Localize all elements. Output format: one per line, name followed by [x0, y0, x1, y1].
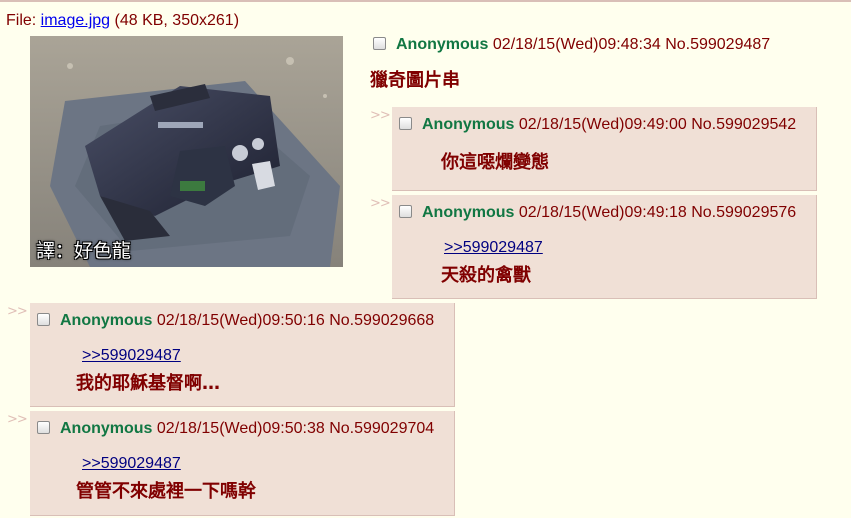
reply-post-header: Anonymous 02/18/15(Wed)09:49:00 No.59902… [399, 116, 796, 134]
reply-comment: 你這噁爛變態 [441, 152, 549, 173]
post-image[interactable]: 譯：好色龍 [30, 36, 343, 267]
post-datetime: 02/18/15(Wed)09:48:34 [492, 36, 661, 53]
post-number[interactable]: No.599029668 [329, 312, 434, 329]
post-datetime: 02/18/15(Wed)09:49:18 [518, 204, 687, 221]
poster-name: Anonymous [422, 204, 515, 221]
post-number[interactable]: No.599029542 [691, 116, 796, 133]
poster-name: Anonymous [396, 36, 489, 53]
file-prefix: File: [6, 12, 41, 29]
top-divider [0, 0, 851, 2]
quote-link[interactable]: >>599029487 [82, 347, 181, 365]
reply-comment: 天殺的禽獸 [441, 265, 531, 286]
quote-link[interactable]: >>599029487 [82, 455, 181, 473]
reply-arrow-icon: >> [370, 196, 391, 211]
reply-arrow-icon: >> [7, 304, 28, 319]
post-number[interactable]: No.599029487 [665, 36, 770, 53]
post-datetime: 02/18/15(Wed)09:49:00 [518, 116, 687, 133]
reply-arrow-icon: >> [7, 412, 28, 427]
poster-name: Anonymous [60, 312, 153, 329]
file-link[interactable]: image.jpg [41, 12, 110, 29]
op-post-header: Anonymous 02/18/15(Wed)09:48:34 No.59902… [373, 36, 770, 54]
reply-post-header: Anonymous 02/18/15(Wed)09:50:16 No.59902… [37, 312, 434, 330]
file-details: (48 KB, 350x261) [110, 12, 240, 29]
post-number[interactable]: No.599029704 [329, 420, 434, 437]
reply-comment: 我的耶穌基督啊… [76, 373, 220, 394]
image-caption-watermark: 譯：好色龍 [36, 240, 132, 262]
checkbox-icon[interactable] [399, 205, 412, 218]
poster-name: Anonymous [60, 420, 153, 437]
op-comment: 獵奇圖片串 [370, 70, 460, 91]
post-datetime: 02/18/15(Wed)09:50:16 [156, 312, 325, 329]
post-datetime: 02/18/15(Wed)09:50:38 [156, 420, 325, 437]
post-image-graphic [30, 36, 343, 267]
file-info: File: image.jpg (48 KB, 350x261) [6, 12, 239, 30]
checkbox-icon[interactable] [37, 421, 50, 434]
reply-post-header: Anonymous 02/18/15(Wed)09:50:38 No.59902… [37, 420, 434, 438]
post-number[interactable]: No.599029576 [691, 204, 796, 221]
reply-post-header: Anonymous 02/18/15(Wed)09:49:18 No.59902… [399, 204, 796, 222]
reply-comment: 管管不來處裡一下嗎幹 [76, 481, 256, 502]
quote-link[interactable]: >>599029487 [444, 239, 543, 257]
checkbox-icon[interactable] [399, 117, 412, 130]
checkbox-icon[interactable] [373, 37, 386, 50]
reply-arrow-icon: >> [370, 108, 391, 123]
checkbox-icon[interactable] [37, 313, 50, 326]
poster-name: Anonymous [422, 116, 515, 133]
